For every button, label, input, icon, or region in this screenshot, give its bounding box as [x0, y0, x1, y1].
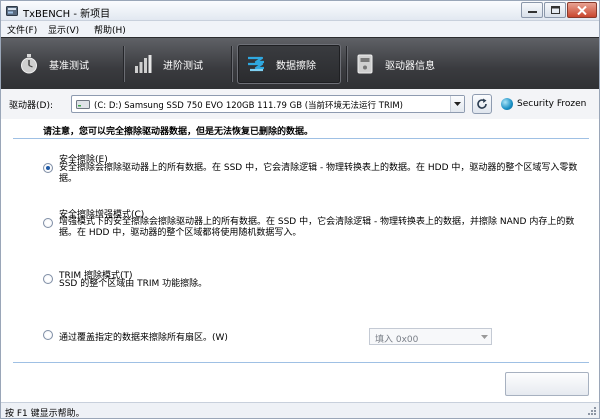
dropdown-arrow-icon[interactable] — [450, 96, 464, 112]
fill-pattern-value: 填入 0x00 — [375, 335, 419, 345]
drive-dropdown-value: (C: D:) Samsung SSD 750 EVO 120GB 111.79… — [94, 101, 404, 111]
bottom-divider — [13, 362, 589, 363]
tab-drive-info[interactable]: 驱动器信息 — [355, 44, 465, 84]
refresh-button[interactable] — [472, 94, 492, 114]
option-description: 增强模式下的安全擦除会擦除驱动器上的所有数据。在 SSD 中，它会清除逻辑 - … — [59, 217, 575, 238]
bar-chart-icon — [133, 54, 153, 74]
option-description: SSD 的整个区域由 TRIM 功能擦除。 — [59, 279, 208, 289]
tab-divider — [123, 46, 124, 82]
maximize-icon — [550, 6, 560, 14]
drive-selector-row: 驱动器(D): (C: D:) Samsung SSD 750 EVO 120G… — [1, 89, 599, 119]
tab-benchmark[interactable]: 基准测试 — [19, 44, 119, 84]
status-text: 按 F1 键显示帮助。 — [5, 409, 85, 419]
trim-erase-radio[interactable] — [43, 274, 53, 284]
tab-advanced-label: 进阶测试 — [163, 60, 203, 72]
enhanced-erase-radio[interactable] — [43, 218, 53, 228]
app-window: TxBENCH - 新项目 文件(F) 显示(V) 帮助(H) 基准测试 进阶测… — [0, 0, 600, 419]
overwrite-radio[interactable] — [43, 330, 53, 340]
drive-dropdown[interactable]: (C: D:) Samsung SSD 750 EVO 120GB 111.79… — [71, 95, 465, 113]
resize-grip-icon[interactable] — [587, 406, 597, 416]
tab-divider — [346, 46, 347, 82]
close-button[interactable] — [567, 2, 597, 18]
tab-drive-info-label: 驱动器信息 — [385, 60, 435, 72]
option-title: 通过覆盖指定的数据来擦除所有扇区。(W) — [59, 333, 228, 343]
erase-icon — [246, 54, 266, 74]
fill-pattern-dropdown[interactable]: 填入 0x00 — [369, 328, 492, 345]
security-status-text: Security Frozen — [517, 99, 587, 109]
tab-divider — [231, 46, 232, 82]
stopwatch-icon — [19, 54, 39, 74]
dropdown-arrow-icon — [477, 329, 491, 344]
menu-bar: 文件(F) 显示(V) 帮助(H) — [1, 21, 599, 37]
title-bar[interactable]: TxBENCH - 新项目 — [1, 1, 599, 21]
status-bar: 按 F1 键显示帮助。 — [1, 402, 599, 419]
tab-data-erase[interactable]: 数据擦除 — [237, 44, 341, 84]
tab-data-erase-label: 数据擦除 — [276, 60, 316, 72]
window-title: TxBENCH - 新项目 — [23, 9, 111, 20]
secure-erase-radio[interactable] — [43, 163, 53, 173]
refresh-icon — [477, 98, 487, 109]
disk-icon — [76, 100, 90, 109]
close-icon — [577, 5, 587, 15]
tab-advanced[interactable]: 进阶测试 — [133, 44, 233, 84]
erase-panel: 请注意，您可以完全擦除驱动器数据，但是无法恢复已删除的数据。 安全擦除(E) 安… — [1, 119, 599, 402]
minimize-button[interactable] — [521, 2, 543, 18]
top-divider — [13, 138, 589, 139]
app-icon — [6, 6, 18, 16]
drive-icon — [355, 54, 375, 74]
warning-text: 请注意，您可以完全擦除驱动器数据，但是无法恢复已删除的数据。 — [43, 127, 314, 137]
drive-label: 驱动器(D): — [9, 101, 53, 111]
start-button[interactable] — [505, 372, 589, 396]
menu-file[interactable]: 文件(F) — [7, 23, 37, 36]
maximize-button[interactable] — [544, 2, 566, 18]
menu-help[interactable]: 帮助(H) — [94, 23, 126, 36]
option-description: 安全擦除会擦除驱动器上的所有数据。在 SSD 中，它会清除逻辑 - 物理转换表上… — [59, 163, 578, 184]
tab-benchmark-label: 基准测试 — [49, 60, 89, 72]
main-toolbar: 基准测试 进阶测试 数据擦除 驱动器信息 — [1, 37, 599, 89]
security-status-icon — [501, 98, 513, 110]
menu-view[interactable]: 显示(V) — [48, 23, 79, 36]
minimize-icon — [527, 11, 537, 13]
